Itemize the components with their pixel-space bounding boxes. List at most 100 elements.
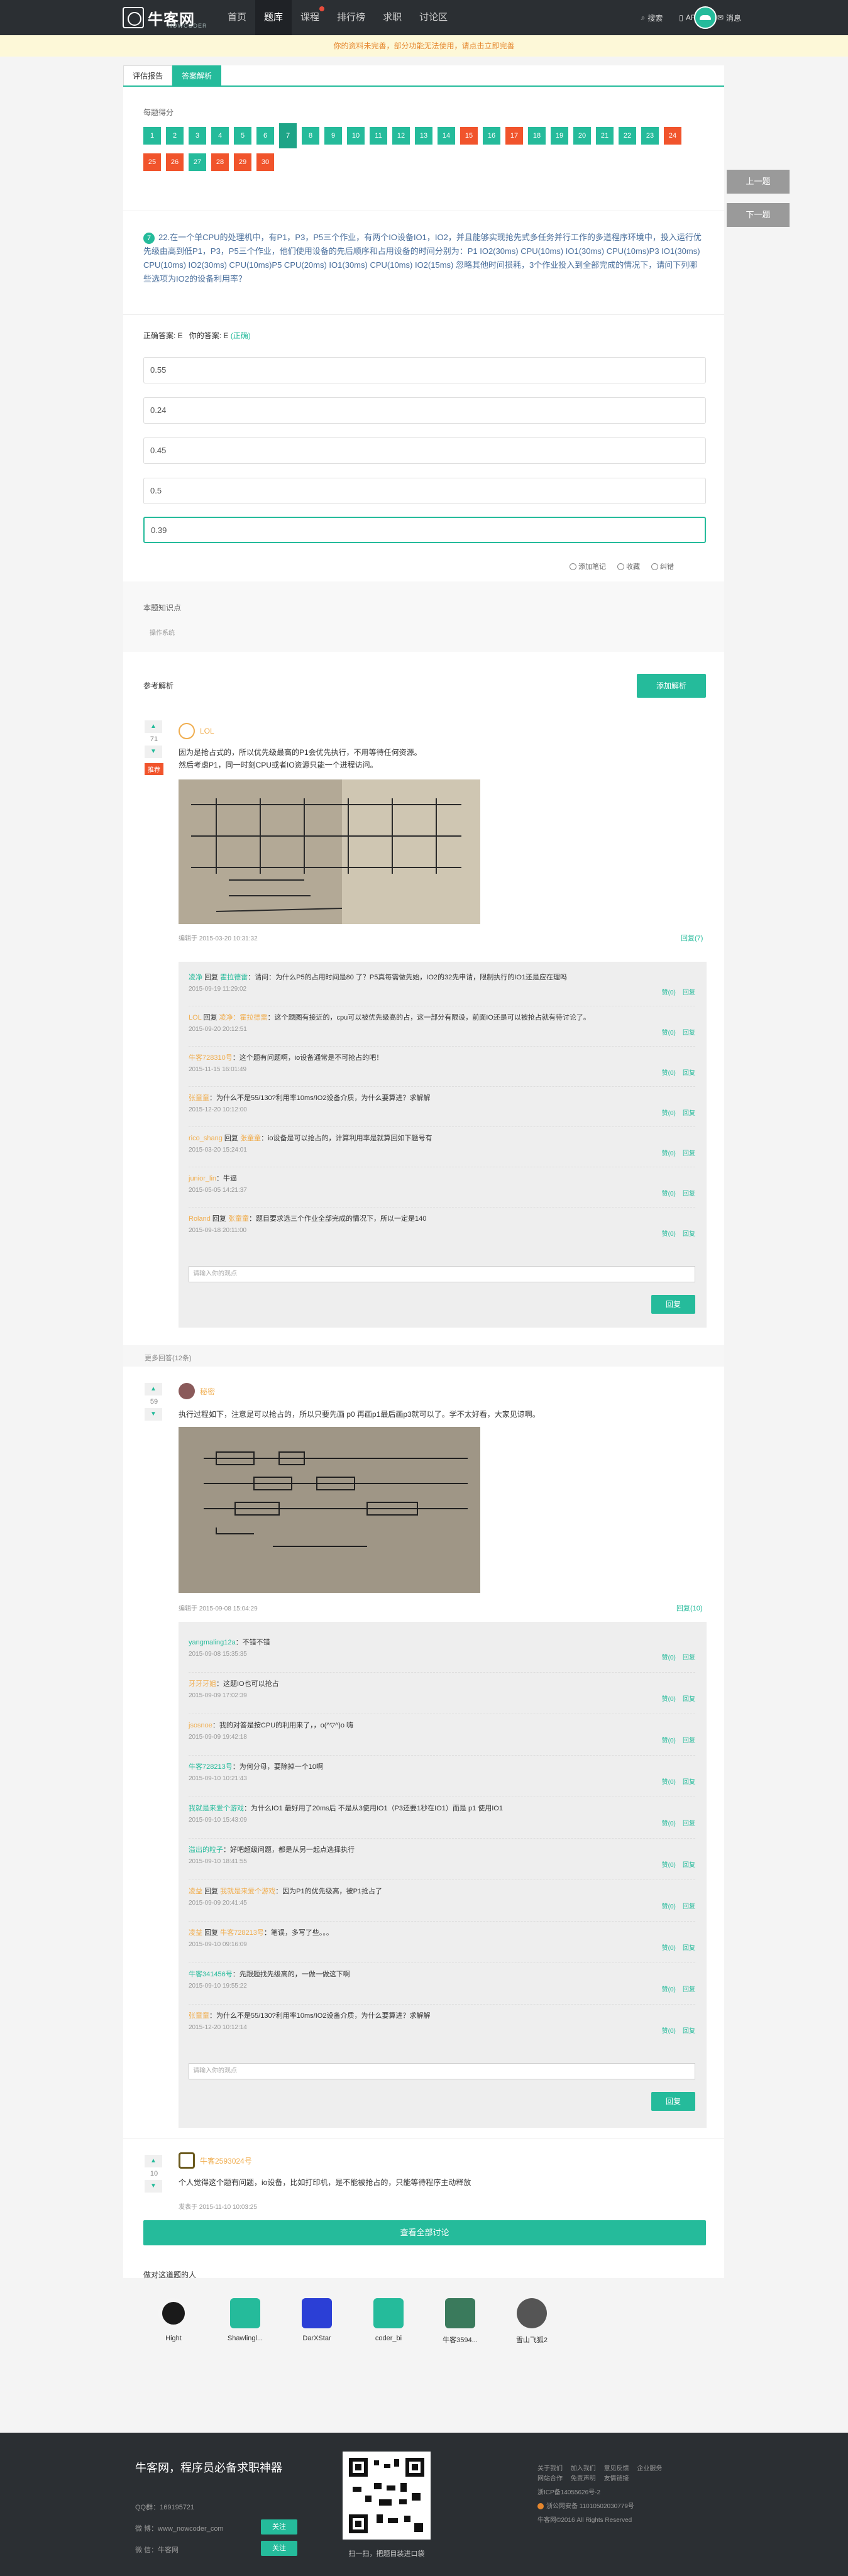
like-button[interactable]: 赞(0) [662,1779,676,1786]
prev-question-button[interactable]: 上一题 [727,170,790,194]
question-score-18[interactable]: 18 [528,127,546,145]
question-score-6[interactable]: 6 [256,127,274,145]
question-score-17[interactable]: 17 [505,127,523,145]
option-e[interactable]: 0.39 [143,517,706,543]
footer-link-cooperation[interactable]: 网站合作 [537,2474,563,2484]
search-link[interactable]: ⌕ 搜索 [641,13,663,23]
viewer[interactable]: DarXStar [292,2298,342,2342]
comment-submit-button[interactable]: 回复 [651,2092,695,2111]
reply-button[interactable]: 回复 [683,1820,695,1827]
tab-analysis[interactable]: 答案解析 [172,65,222,85]
viewer[interactable]: 雪山飞狐2 [507,2298,557,2345]
reply-target-name[interactable]: 霍拉德雷 [220,974,248,981]
favorite-button[interactable]: 收藏 [617,561,640,571]
question-score-14[interactable]: 14 [438,127,455,145]
reply-button[interactable]: 回复 [683,1779,695,1786]
nav-questions[interactable]: 题库 [255,0,292,35]
question-score-23[interactable]: 23 [641,127,659,145]
footer-link-feedback[interactable]: 意见反馈 [604,2464,629,2474]
question-score-26[interactable]: 26 [166,153,184,171]
knowledge-tag[interactable]: 操作系统 [150,627,175,637]
footer-link-friends[interactable]: 友情链接 [604,2474,629,2484]
question-score-25[interactable]: 25 [143,153,161,171]
reply-button[interactable]: 回复 [683,1150,695,1157]
reply-button[interactable]: 回复 [683,1945,695,1952]
option-b[interactable]: 0.24 [143,397,706,424]
like-button[interactable]: 赞(0) [662,1191,676,1197]
reply-button[interactable]: 回复 [683,2028,695,2035]
reply-button[interactable]: 回复 [683,1191,695,1197]
option-a[interactable]: 0.55 [143,357,706,383]
commenter-name[interactable]: 牛客728310号 [189,1054,233,1062]
question-score-1[interactable]: 1 [143,127,161,145]
question-score-13[interactable]: 13 [415,127,432,145]
downvote-button[interactable]: ▼ [145,746,162,758]
notice-link[interactable]: 立即完善 [485,41,515,50]
upvote-button[interactable]: ▲ [145,720,162,733]
like-button[interactable]: 赞(0) [662,1862,676,1869]
footer-link-join[interactable]: 加入我们 [571,2464,596,2474]
commenter-name[interactable]: 牙牙牙姐 [189,1680,216,1688]
question-score-10[interactable]: 10 [347,127,365,145]
commenter-name[interactable]: 牛客341456号 [189,1971,233,1978]
question-score-28[interactable]: 28 [211,153,229,171]
post-author[interactable]: LOL [179,723,214,739]
question-score-24[interactable]: 24 [664,127,681,145]
option-c[interactable]: 0.45 [143,438,706,464]
reply-target-name[interactable]: 牛客728213号 [220,1929,264,1937]
reply-button[interactable]: 回复 [683,989,695,996]
question-score-29[interactable]: 29 [234,153,251,171]
site-logo[interactable]: 牛客网 NOWCODER [123,4,207,31]
question-score-19[interactable]: 19 [551,127,568,145]
comment-input[interactable]: 请输入你的观点 [189,1266,695,1282]
comment-input[interactable]: 请输入你的观点 [189,2063,695,2079]
reply-target-name[interactable]: 我就是来爱个游戏 [220,1888,275,1895]
question-score-4[interactable]: 4 [211,127,229,145]
follow-wechat-button[interactable]: 关注 [261,2541,297,2556]
reply-button[interactable]: 回复 [683,1030,695,1037]
like-button[interactable]: 赞(0) [662,1231,676,1238]
viewer[interactable]: Hight [148,2298,199,2342]
reply-button[interactable]: 回复 [683,1070,695,1077]
user-avatar[interactable] [694,6,717,29]
question-score-16[interactable]: 16 [483,127,500,145]
upvote-button[interactable]: ▲ [145,2155,162,2167]
question-score-21[interactable]: 21 [596,127,614,145]
question-score-5[interactable]: 5 [234,127,251,145]
reply-button[interactable]: 回复 [683,1696,695,1703]
commenter-name[interactable]: junior_lin [189,1175,216,1182]
add-analysis-button[interactable]: 添加解析 [637,674,706,698]
viewer[interactable]: coder_bi [363,2298,414,2342]
like-button[interactable]: 赞(0) [662,1070,676,1077]
commenter-name[interactable]: 牛客728213号 [189,1763,233,1771]
question-score-8[interactable]: 8 [302,127,319,145]
commenter-name[interactable]: 张童童 [189,1094,209,1102]
commenter-name[interactable]: Roland [189,1215,211,1223]
like-button[interactable]: 赞(0) [662,1737,676,1744]
question-score-12[interactable]: 12 [392,127,410,145]
reply-button[interactable]: 回复 [683,1654,695,1661]
like-button[interactable]: 赞(0) [662,989,676,996]
commenter-name[interactable]: 凌益 [189,1888,202,1895]
commenter-name[interactable]: jsosnoe [189,1722,212,1729]
like-button[interactable]: 赞(0) [662,1696,676,1703]
commenter-name[interactable]: LOL [189,1014,201,1021]
next-question-button[interactable]: 下一题 [727,203,790,227]
reply-button[interactable]: 回复 [683,1903,695,1910]
like-button[interactable]: 赞(0) [662,1110,676,1117]
reply-button[interactable]: 回复 [683,1737,695,1744]
question-score-9[interactable]: 9 [324,127,342,145]
like-button[interactable]: 赞(0) [662,2028,676,2035]
question-score-3[interactable]: 3 [189,127,206,145]
like-button[interactable]: 赞(0) [662,1654,676,1661]
report-error-button[interactable]: 纠错 [651,561,674,571]
downvote-button[interactable]: ▼ [145,2180,162,2193]
follow-weibo-button[interactable]: 关注 [261,2519,297,2535]
like-button[interactable]: 赞(0) [662,1945,676,1952]
commenter-name[interactable]: 我就是来爱个游戏 [189,1805,244,1812]
reply-count-link[interactable]: 回复(10) [676,1603,703,1613]
reply-count-link[interactable]: 回复(7) [681,933,703,943]
nav-ranking[interactable]: 排行榜 [328,0,374,35]
tab-report[interactable]: 评估报告 [123,65,173,85]
post-author[interactable]: 牛客2593024号 [179,2152,252,2169]
